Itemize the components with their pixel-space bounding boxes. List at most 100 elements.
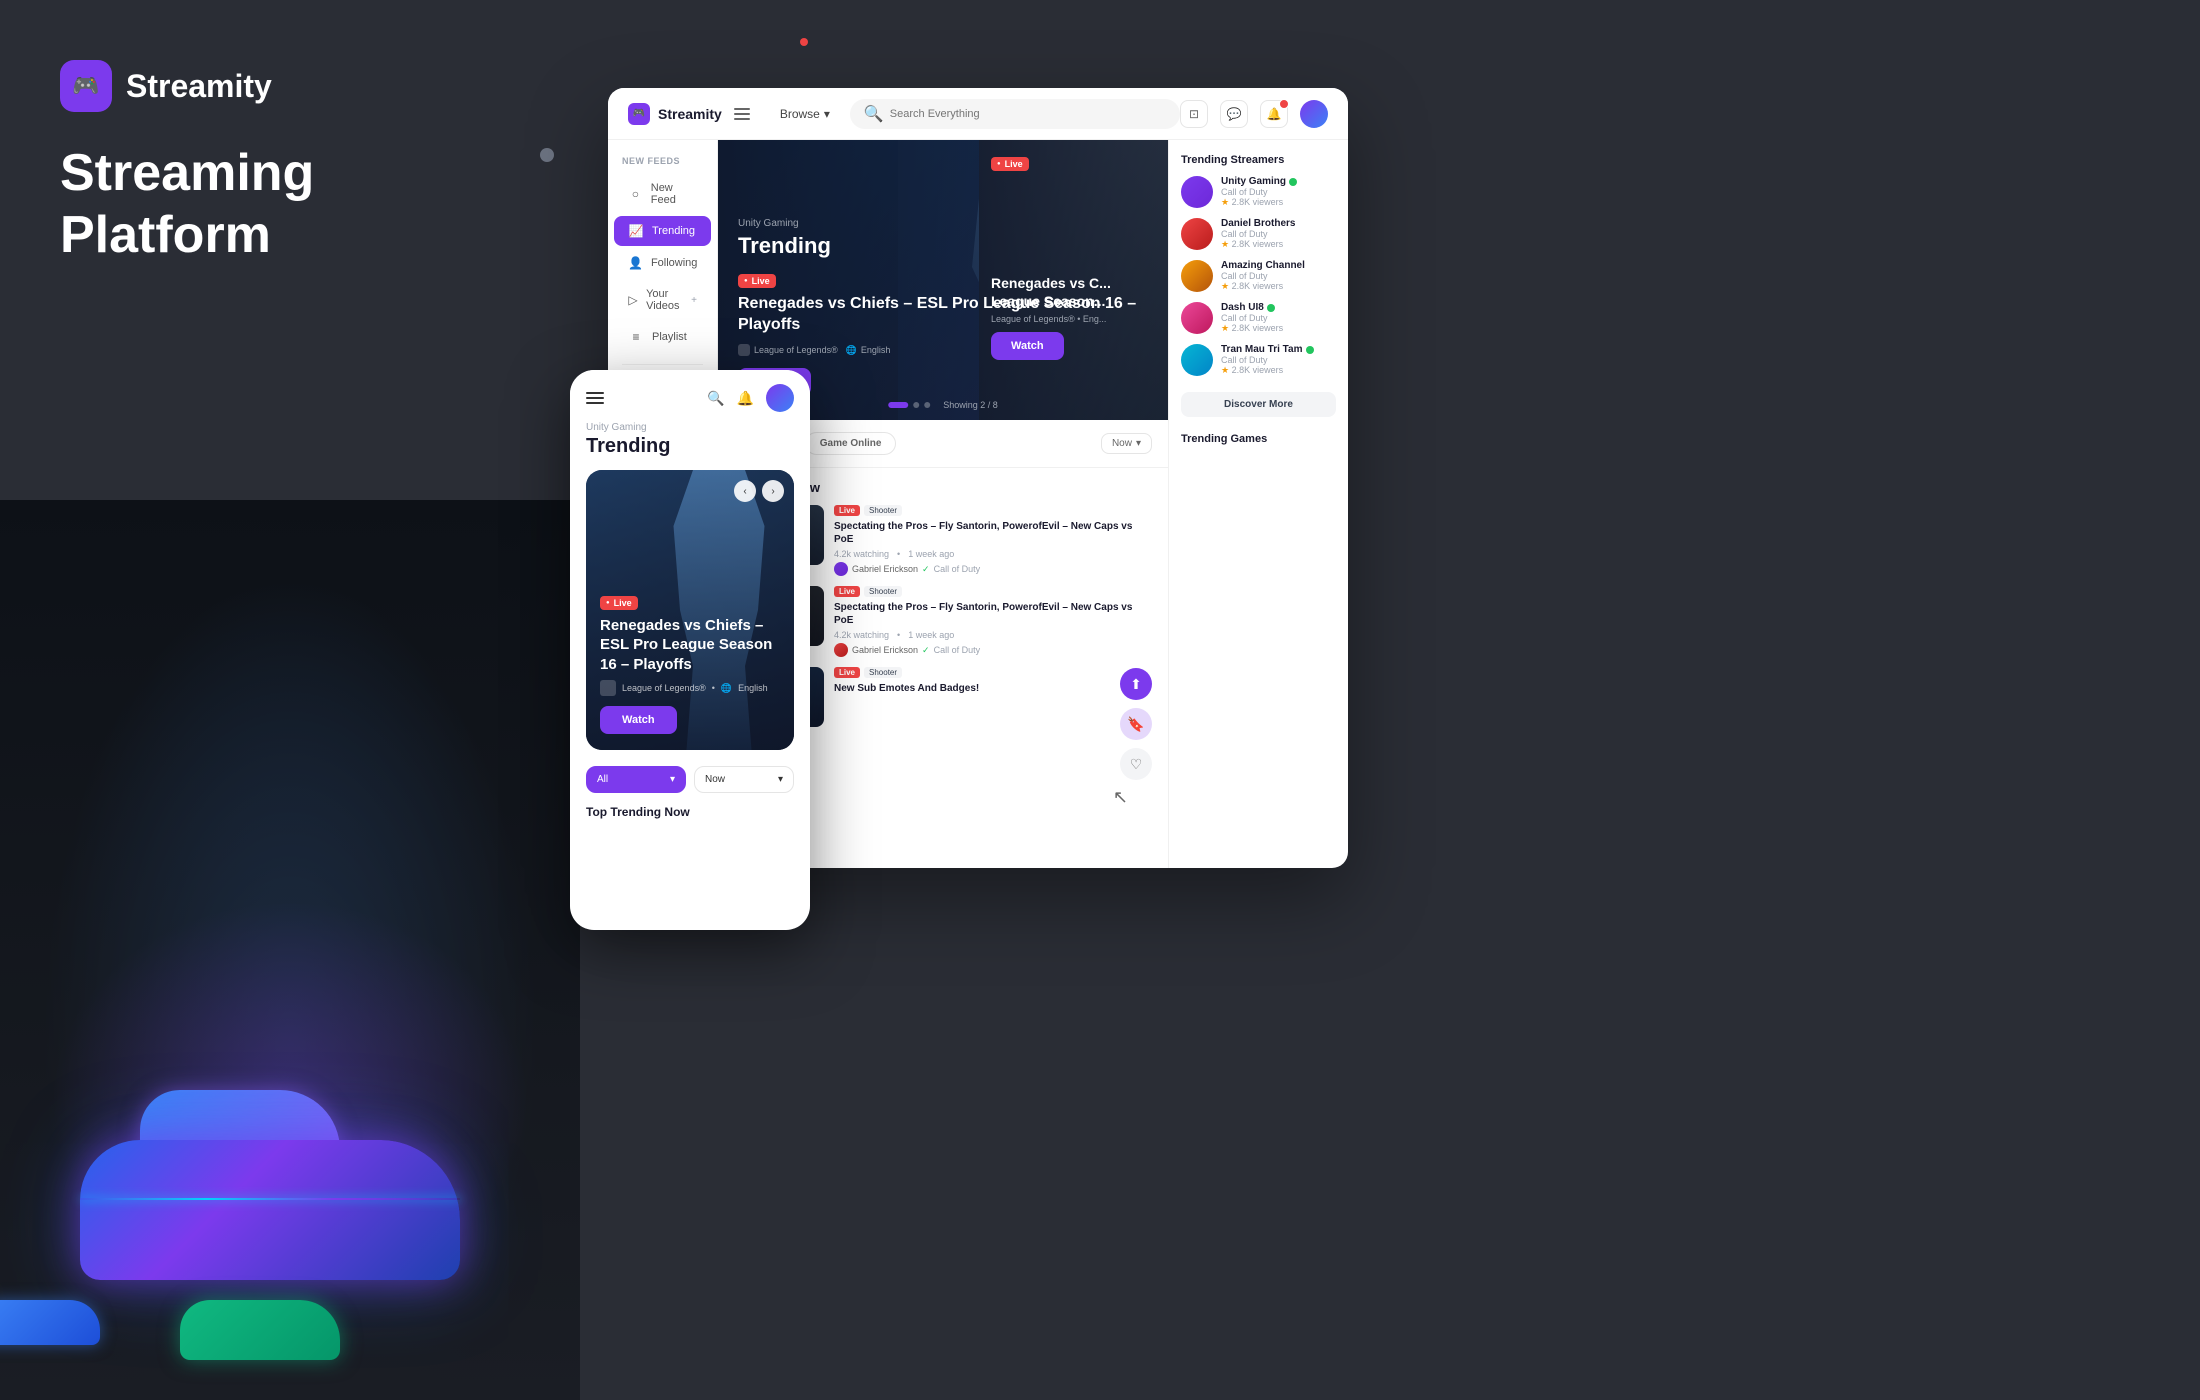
streamer-name-3: Amazing Channel — [1221, 260, 1305, 271]
verified-2: ✓ — [922, 645, 930, 656]
list-item[interactable]: Daniel Brothers Call of Duty ★ 2.8K view… — [1181, 218, 1336, 250]
trend-info-3: Live Shooter New Sub Emotes And Badges! — [834, 667, 1152, 727]
bookmark-button[interactable]: 🔖 — [1120, 708, 1152, 740]
browse-nav[interactable]: Browse ▾ — [780, 107, 830, 121]
all-chevron: ▾ — [670, 774, 675, 785]
all-filter[interactable]: All ▾ — [586, 766, 686, 793]
user-name-2: Gabriel Erickson — [852, 645, 918, 655]
trend-user-2: Gabriel Erickson ✓ Call of Duty — [834, 643, 1152, 657]
mobile-content: Unity Gaming Trending ‹ › Live Renegades… — [570, 422, 810, 819]
float-actions: ⬆ 🔖 ♡ — [1120, 668, 1152, 780]
add-video-icon[interactable]: + — [691, 295, 697, 306]
mobile-watch-button[interactable]: Watch — [600, 706, 677, 734]
trend-user-1: Gabriel Erickson ✓ Call of Duty — [834, 562, 1152, 576]
search-bar[interactable]: 🔍 — [850, 99, 1180, 129]
badges-3: Live Shooter — [834, 667, 1152, 678]
streamer-game-4: Call of Duty — [1221, 313, 1283, 323]
mobile-filters: All ▾ Now ▾ — [586, 766, 794, 793]
showing-label: Showing 2 / 8 — [943, 400, 998, 410]
verified-1: ✓ — [922, 564, 930, 575]
dot-1 — [888, 402, 908, 408]
trending-label: Trending — [652, 225, 695, 237]
category-badge-3: Shooter — [864, 667, 902, 678]
list-item[interactable]: Unity Gaming Call of Duty ★ 2.8K viewers — [1181, 176, 1336, 208]
user-avatar[interactable] — [1300, 100, 1328, 128]
mobile-avatar[interactable] — [766, 384, 794, 412]
game-online-filter[interactable]: Game Online — [805, 432, 897, 455]
message-icon[interactable]: 💬 — [1220, 100, 1248, 128]
streamer-name-4: Dash UI8 — [1221, 302, 1283, 313]
game-1: Call of Duty — [934, 564, 981, 574]
now-dropdown[interactable]: Now ▾ — [1101, 433, 1152, 454]
streamer-viewers-1: ★ 2.8K viewers — [1221, 197, 1297, 208]
time-2: 1 week ago — [908, 630, 954, 640]
list-item[interactable]: Amazing Channel Call of Duty ★ 2.8K view… — [1181, 260, 1336, 292]
browse-chevron: ▾ — [824, 107, 830, 121]
brand-name: Streamity — [126, 68, 272, 105]
mobile-live-badge: Live — [600, 596, 638, 610]
sidebar-item-following[interactable]: 👤 Following — [614, 248, 711, 278]
verified-icon-4 — [1267, 304, 1275, 312]
sidebar-item-playlist[interactable]: ≡ Playlist — [614, 322, 711, 352]
streamer-avatar-5 — [1181, 344, 1213, 376]
streamer-avatar-4 — [1181, 302, 1213, 334]
streamer-game-2: Call of Duty — [1221, 229, 1295, 239]
hero-language: 🌐 English — [846, 345, 891, 356]
viewers-1: 4.2k watching — [834, 549, 889, 559]
desktop-header: 🎮 Streamity Browse ▾ 🔍 ⊡ 💬 🔔 — [608, 88, 1348, 140]
search-input[interactable] — [890, 108, 1030, 120]
logo-icon: 🎮 — [60, 60, 112, 112]
next-btn[interactable]: › — [762, 480, 784, 502]
live-badge: Live — [738, 274, 776, 288]
streamer-name-5: Tran Mau Tri Tam — [1221, 344, 1314, 355]
second-live-badge: Live — [991, 157, 1029, 171]
list-item[interactable]: Tran Mau Tri Tam Call of Duty ★ 2.8K vie… — [1181, 344, 1336, 376]
share-button[interactable]: ⬆ — [1120, 668, 1152, 700]
sidebar-item-new-feed[interactable]: ○ New Feed — [614, 174, 711, 214]
top-trending-label: Top Trending Now — [586, 805, 794, 819]
new-feeds-label: New Feeds — [608, 156, 717, 166]
mobile-mockup: 🔍 🔔 Unity Gaming Trending ‹ › Live Reneg… — [570, 370, 810, 930]
hero-tagline: Streaming Platform — [60, 142, 520, 267]
right-panel: Trending Streamers Unity Gaming Call of … — [1168, 140, 1348, 868]
playlist-label: Playlist — [652, 331, 687, 343]
trend-title-2: Spectating the Pros – Fly Santorin, Powe… — [834, 601, 1152, 627]
following-icon: 👤 — [628, 256, 643, 270]
streamer-avatar-3 — [1181, 260, 1213, 292]
mobile-bell-icon[interactable]: 🔔 — [737, 390, 754, 407]
trending-streamers-title: Trending Streamers — [1181, 154, 1336, 166]
user-avatar-1 — [834, 562, 848, 576]
sidebar-divider — [622, 364, 703, 365]
cursor-icon: ↖ — [1113, 787, 1128, 808]
streamer-name-2: Daniel Brothers — [1221, 218, 1295, 229]
game-icon-mob — [600, 680, 616, 696]
viewers-2: 4.2k watching — [834, 630, 889, 640]
list-item[interactable]: Dash UI8 Call of Duty ★ 2.8K viewers — [1181, 302, 1336, 334]
time-1: 1 week ago — [908, 549, 954, 559]
heart-button[interactable]: ♡ — [1120, 748, 1152, 780]
mobile-search-icon[interactable]: 🔍 — [707, 390, 724, 407]
now-filter[interactable]: Now ▾ — [694, 766, 794, 793]
prev-btn[interactable]: ‹ — [734, 480, 756, 502]
card-navigation: ‹ › — [734, 480, 784, 502]
category-badge-1: Shooter — [864, 505, 902, 516]
live-badge-1: Live — [834, 505, 860, 516]
game-icon — [738, 344, 750, 356]
brand-logo: 🎮 Streamity — [60, 60, 520, 112]
hero-main-title: Trending — [738, 233, 1148, 259]
desktop-menu-icon[interactable] — [734, 108, 750, 120]
mobile-card-content: Live Renegades vs Chiefs – ESL Pro Leagu… — [600, 591, 780, 735]
streamer-info-2: Daniel Brothers Call of Duty ★ 2.8K view… — [1221, 218, 1295, 250]
hero-meta: League of Legends® 🌐 English — [738, 344, 1148, 356]
mobile-menu-icon[interactable] — [586, 392, 604, 404]
streamer-game-5: Call of Duty — [1221, 355, 1314, 365]
notification-icon[interactable]: 🔔 — [1260, 100, 1288, 128]
sidebar-item-trending[interactable]: 📈 Trending — [614, 216, 711, 246]
user-avatar-2 — [834, 643, 848, 657]
discover-more-button[interactable]: Discover More — [1181, 392, 1336, 417]
verified-icon-1 — [1289, 178, 1297, 186]
trend-title-3: New Sub Emotes And Badges! — [834, 682, 1152, 695]
sidebar-item-your-videos[interactable]: ▷ Your Videos + — [614, 280, 711, 320]
playlist-icon: ≡ — [628, 330, 644, 344]
screen-icon[interactable]: ⊡ — [1180, 100, 1208, 128]
